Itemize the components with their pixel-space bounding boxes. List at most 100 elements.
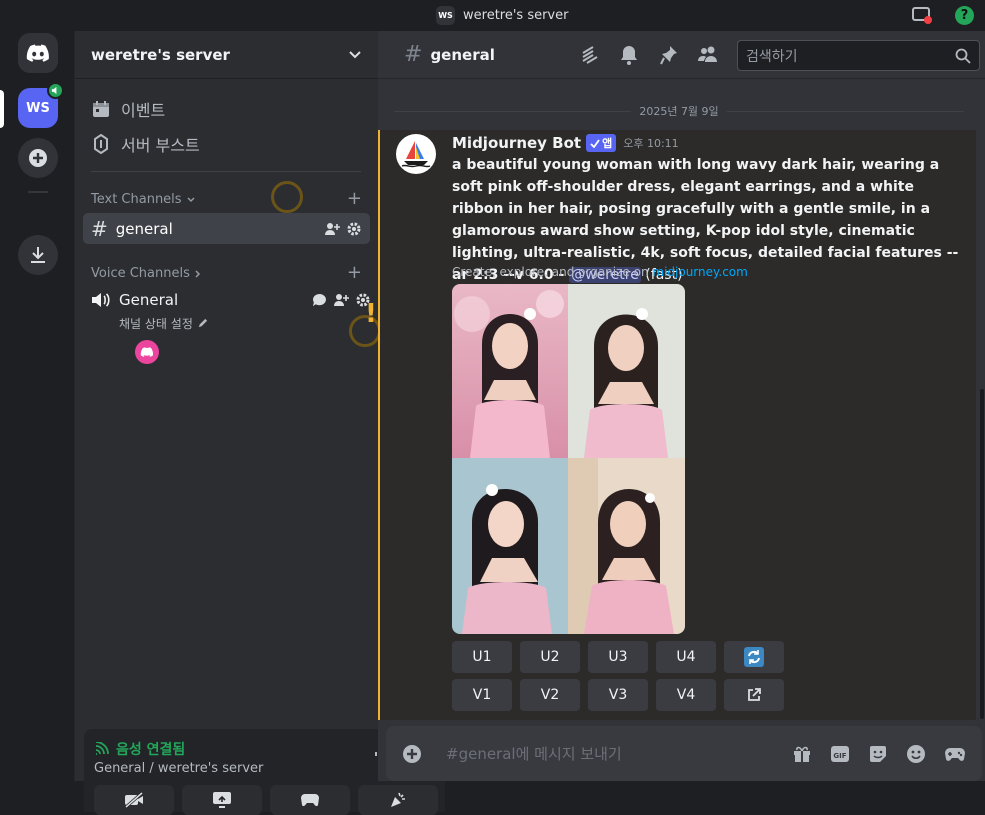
screen-share-button[interactable] (182, 785, 262, 815)
variation-button-3[interactable]: V3 (588, 679, 648, 711)
invite-member-icon (334, 294, 349, 306)
add-text-channel-icon[interactable]: + (347, 188, 362, 209)
text-channels-category[interactable]: Text Channels (91, 192, 196, 207)
signal-icon (95, 742, 109, 755)
pencil-icon (198, 318, 207, 328)
message-input-placeholder: #general에 메시지 보내기 (446, 745, 622, 763)
app-badge-label: 앱 (602, 137, 613, 150)
discord-logo-icon (140, 347, 154, 357)
add-server-button[interactable] (18, 138, 58, 178)
voice-channels-label: Voice Channels (91, 266, 190, 281)
server-list: WS (0, 31, 74, 781)
generated-image-4[interactable] (568, 458, 685, 634)
chat-scrollbar[interactable] (980, 389, 984, 719)
voice-user-avatar[interactable] (135, 340, 159, 364)
channel-sidebar: weretre's server 이벤트 서버 부스트 Text Channel… (74, 31, 445, 815)
server-header[interactable]: weretre's server (75, 31, 378, 79)
voice-channels-category[interactable]: Voice Channels (91, 266, 202, 281)
sticker-icon (870, 745, 886, 762)
bell-icon[interactable] (620, 45, 638, 69)
message-composer[interactable]: #general에 메시지 보내기 GIF (386, 726, 982, 781)
search-input[interactable]: 검색하기 (737, 40, 980, 71)
reroll-button[interactable] (724, 641, 784, 673)
channel-general-label: general (115, 219, 173, 238)
soundboard-icon (391, 792, 405, 807)
selected-server-pill (0, 90, 4, 128)
title-bar: WS weretre's server ? (0, 0, 985, 31)
embed-description: Create, explore, and organize on midjour… (452, 265, 748, 279)
message-header: Midjourney Bot 앱 오후 10:11 (452, 134, 679, 152)
help-icon[interactable]: ? (955, 6, 974, 25)
server-name: weretre's server (91, 45, 230, 64)
server-icon-weretre[interactable]: WS (18, 82, 64, 128)
discord-home-button[interactable] (18, 33, 58, 73)
date-label: 2025년 7월 9일 (639, 105, 719, 118)
chevron-right-icon (195, 269, 200, 278)
hashtag-icon: # (404, 42, 423, 67)
channel-status-label: 채널 상태 설정 (119, 317, 193, 331)
plus-circle-icon (403, 744, 421, 763)
text-channels-label: Text Channels (91, 192, 182, 207)
message: Midjourney Bot 앱 오후 10:11 a beautiful yo… (378, 130, 976, 720)
soundboard-button[interactable] (358, 785, 438, 815)
screen-share-icon (213, 792, 231, 808)
server-boost-label: 서버 부스트 (121, 136, 200, 155)
events-item[interactable]: 이벤트 (91, 97, 165, 121)
threads-icon[interactable] (580, 45, 600, 69)
member-list-icon[interactable] (698, 45, 718, 67)
server-list-divider (28, 191, 48, 193)
external-link-icon (748, 688, 761, 701)
svg-text:GIF: GIF (833, 752, 846, 760)
upscale-button-2[interactable]: U2 (520, 641, 580, 673)
inbox-icon[interactable] (912, 6, 932, 24)
midjourney-link[interactable]: midjourney.com (652, 265, 747, 279)
author-name[interactable]: Midjourney Bot (452, 134, 581, 152)
plus-circle-icon (29, 149, 47, 167)
server-mini-icon: WS (436, 6, 455, 25)
generated-image-1[interactable] (452, 284, 568, 458)
date-divider: 2025년 7월 9일 (394, 103, 965, 119)
generated-image-2[interactable] (568, 284, 685, 458)
voice-location: General / weretre's server (94, 761, 264, 776)
checkmark-icon (590, 138, 600, 148)
image-grid[interactable] (452, 284, 685, 634)
bot-avatar[interactable] (396, 134, 436, 174)
generated-image-3[interactable] (452, 458, 568, 634)
chevron-down-icon (187, 196, 195, 202)
voice-connected-status[interactable]: 음성 연결됨 (94, 739, 185, 759)
discord-logo-icon (26, 44, 49, 62)
search-placeholder: 검색하기 (746, 48, 798, 65)
channel-status-setting[interactable]: 채널 상태 설정 (119, 315, 208, 332)
window-title: weretre's server (463, 8, 569, 23)
activities-button[interactable] (270, 785, 350, 815)
upscale-button-4[interactable]: U4 (656, 641, 716, 673)
sidebar-divider (91, 171, 361, 172)
upscale-button-3[interactable]: U3 (588, 641, 648, 673)
embed-prefix: Create, explore, and organize on (452, 265, 653, 279)
variation-button-4[interactable]: V4 (656, 679, 716, 711)
chat-area: # general 검색하기 2025년 7월 9일 Midjourney Bo… (378, 31, 985, 781)
voice-channel-general[interactable]: General (91, 291, 371, 309)
download-apps-button[interactable] (18, 235, 58, 275)
gamepad-icon (945, 747, 965, 761)
gear-icon (347, 222, 361, 235)
channel-general[interactable]: # general (83, 213, 370, 244)
timestamp: 오후 10:11 (623, 137, 679, 150)
gift-icon (794, 746, 810, 762)
calendar-icon (93, 101, 109, 117)
alert-marker: ! (365, 299, 377, 329)
camera-off-button[interactable] (94, 785, 174, 815)
upscale-button-1[interactable]: U1 (452, 641, 512, 673)
reroll-icon (744, 647, 764, 667)
voice-active-icon (47, 82, 64, 99)
pin-icon[interactable] (660, 45, 678, 69)
server-boost-item[interactable]: 서버 부스트 (91, 132, 200, 156)
add-voice-channel-icon[interactable]: + (347, 262, 362, 283)
chevron-down-icon (349, 50, 361, 58)
events-label: 이벤트 (121, 101, 166, 120)
variation-button-1[interactable]: V1 (452, 679, 512, 711)
open-link-button[interactable] (724, 679, 784, 711)
camera-off-icon (125, 792, 143, 808)
variation-button-2[interactable]: V2 (520, 679, 580, 711)
boost-gem-icon (94, 134, 108, 154)
